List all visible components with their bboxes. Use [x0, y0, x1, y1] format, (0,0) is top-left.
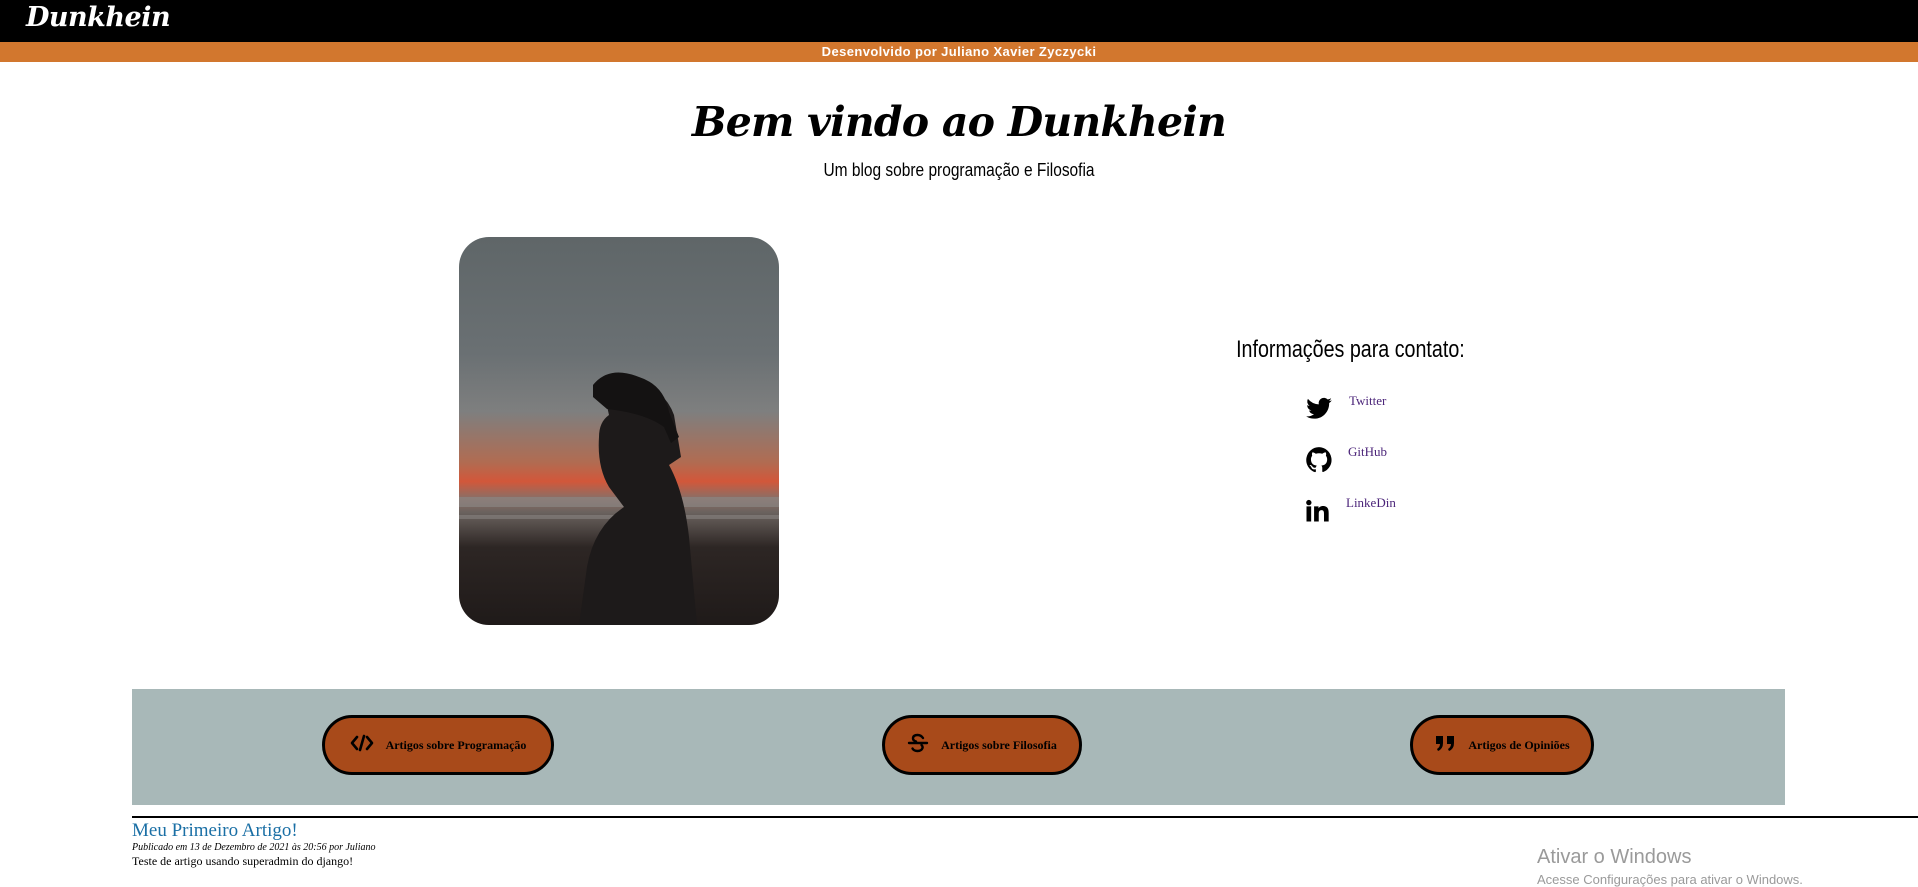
category-opinions-button[interactable]: Artigos de Opiniões: [1410, 715, 1594, 775]
windows-activation-subtitle: Acesse Configurações para ativar o Windo…: [1537, 872, 1803, 887]
github-link[interactable]: GitHub: [1348, 444, 1387, 460]
category-philosophy-button[interactable]: Artigos sobre Filosofia: [882, 715, 1082, 775]
windows-activation-title: Ativar o Windows: [1537, 846, 1692, 868]
site-logo[interactable]: Dunkhein: [26, 2, 171, 33]
linkedin-icon: [1303, 497, 1331, 525]
strikethrough-icon: [907, 733, 929, 757]
github-icon: [1305, 446, 1333, 474]
code-icon: [350, 734, 374, 756]
developer-banner: Desenvolvido por Juliano Xavier Zyczycki: [0, 42, 1918, 62]
article-meta: Publicado em 13 de Dezembro de 2021 às 2…: [132, 842, 376, 853]
quote-icon: [1434, 733, 1456, 757]
section-divider: [132, 816, 1918, 818]
categories-bar: Artigos sobre Programação Artigos sobre …: [132, 689, 1785, 805]
profile-photo: [459, 237, 779, 625]
page-subtitle: Um blog sobre programação e Filosofia: [823, 160, 1095, 180]
contact-section: Informações para contato:: [1180, 336, 1520, 364]
category-programming-button[interactable]: Artigos sobre Programação: [322, 715, 554, 775]
page-title: Bem vindo ao Dunkhein: [691, 98, 1227, 146]
twitter-link[interactable]: Twitter: [1349, 393, 1386, 409]
article-body: Teste de artigo usando superadmin do dja…: [132, 854, 354, 868]
linkedin-link[interactable]: LinkeDin: [1346, 495, 1396, 511]
article-title-link[interactable]: Meu Primeiro Artigo!: [132, 820, 298, 842]
category-philosophy-label: Artigos sobre Filosofia: [941, 737, 1057, 752]
contact-title: Informações para contato:: [1235, 336, 1465, 363]
top-navbar: Dunkhein: [0, 0, 1918, 42]
twitter-icon: [1305, 395, 1333, 423]
category-opinions-label: Artigos de Opiniões: [1468, 737, 1570, 752]
category-programming-label: Artigos sobre Programação: [385, 737, 527, 752]
